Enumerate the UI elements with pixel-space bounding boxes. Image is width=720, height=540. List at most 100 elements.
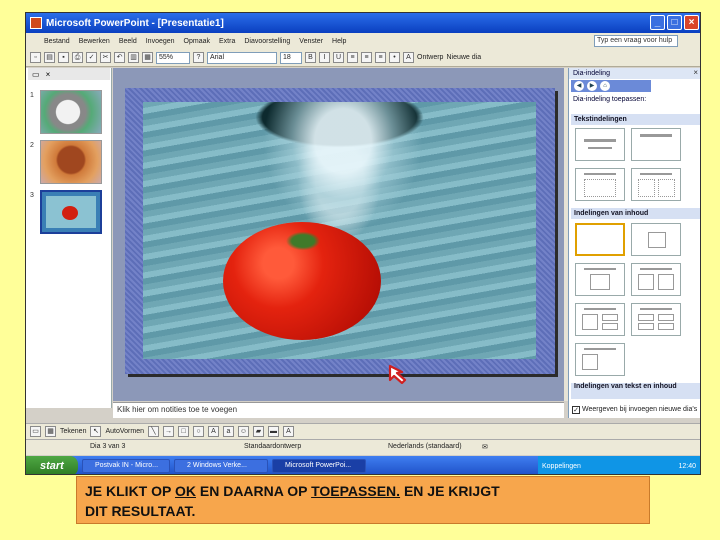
checkbox-checked-icon[interactable]: ✓ [572,406,580,414]
fill-color-icon[interactable]: ▰ [253,426,264,437]
menu-slideshow[interactable]: Diavoorstelling [244,38,290,45]
menu-insert[interactable]: Invoegen [146,38,175,45]
slide-thumbnail-1[interactable] [40,90,102,134]
caption-ok: OK [174,483,196,499]
pane-close-icon[interactable]: × [46,70,51,79]
minimize-button[interactable]: _ [650,15,665,30]
bold-icon[interactable]: B [305,52,316,63]
new-file-icon[interactable]: ▫ [30,52,41,63]
layout-title-content-2[interactable] [575,303,625,336]
menu-view[interactable]: Beeld [119,38,137,45]
tomato-splash-photo[interactable] [143,102,536,359]
status-bar: Dia 3 van 3 Standaardontwerp Nederlands … [26,439,700,455]
caption-text-4: DIT RESULTAAT. [85,503,196,519]
rectangle-icon[interactable]: □ [178,426,189,437]
taskpane-title[interactable]: Dia-indeling [569,68,700,79]
autoshapes-menu[interactable]: AutoVormen [105,428,144,435]
maximize-button[interactable]: □ [667,15,682,30]
open-folder-icon[interactable]: ▤ [44,52,55,63]
line-icon[interactable]: ╲ [148,426,159,437]
slide-number-1: 1 [30,92,34,99]
slide-thumbnail-2[interactable] [40,140,102,184]
slides-pane: ▭ × 1 2 3 [26,68,112,408]
font-select[interactable]: Arial [207,51,277,64]
forward-icon[interactable]: ▶ [587,81,597,91]
current-slide[interactable] [125,88,555,374]
back-icon[interactable]: ◀ [574,81,584,91]
show-on-insert-checkbox[interactable]: ✓ Weergeven bij invoegen nieuwe dia's [572,404,700,416]
italic-icon[interactable]: I [319,52,330,63]
undo-icon[interactable]: ↶ [114,52,125,63]
bullets-icon[interactable]: • [389,52,400,63]
menu-file[interactable]: Bestand [44,38,70,45]
section-content-layouts: Indelingen van inhoud [571,208,700,219]
start-button[interactable]: start [26,456,78,474]
menu-format[interactable]: Opmaak [184,38,210,45]
chart-icon[interactable]: ▥ [128,52,139,63]
status-language: Nederlands (standaard) [388,443,462,450]
table-icon[interactable]: ▦ [142,52,153,63]
align-center-icon[interactable]: ≡ [361,52,372,63]
sorter-view-icon[interactable]: ▦ [45,426,56,437]
clipart-icon[interactable]: ☺ [238,426,249,437]
textbox-icon[interactable]: A [208,426,219,437]
slide-layout-taskpane: Dia-indeling × ◀ ▶ ⌂ Dia-indeling toepas… [568,68,700,418]
align-left-icon[interactable]: ≡ [347,52,358,63]
arrow-icon[interactable]: → [163,426,174,437]
font-color-icon[interactable]: A [403,52,414,63]
standard-toolbar: ▫ ▤ ▪ ⎙ ✓ ✂ ↶ ▥ ▦ 55% ? Arial 18 B I U ≡… [26,49,700,67]
line-color-icon[interactable]: ▬ [268,426,279,437]
layout-content[interactable] [631,223,681,256]
section-text-layouts: Tekstindelingen [571,114,700,125]
notes-input[interactable]: Klik hier om notities toe te voegen [113,402,564,418]
layout-title-only[interactable] [631,128,681,161]
layout-two-columns[interactable] [631,168,681,201]
help-search-input[interactable]: Typ een vraag voor hulp [594,35,678,47]
window-title: Microsoft PowerPoint - [Presentatie1] [46,17,224,29]
menu-help[interactable]: Help [332,38,346,45]
cut-icon[interactable]: ✂ [100,52,111,63]
checkbox-label: Weergeven bij invoegen nieuwe dia's [582,406,698,413]
new-slide-button[interactable]: Nieuwe dia [446,54,481,61]
underline-icon[interactable]: U [333,52,344,63]
zoom-select[interactable]: 55% [156,51,190,64]
menu-window[interactable]: Venster [299,38,323,45]
layout-title-slide[interactable] [575,128,625,161]
oval-icon[interactable]: ○ [193,426,204,437]
layout-title-content[interactable] [575,263,625,296]
normal-view-icon[interactable]: ▭ [30,426,41,437]
taskpane-subtitle: Dia-indeling toepassen: [573,96,647,103]
font-size-select[interactable]: 18 [280,51,302,64]
wordart-icon[interactable]: a [223,426,234,437]
tab-slides[interactable]: ▭ [32,70,40,79]
slide-thumbnail-3[interactable] [40,190,102,234]
red-arrow-cursor-icon [388,364,407,384]
task-powerpoint[interactable]: Microsoft PowerPoi... [272,459,366,473]
help-icon[interactable]: ? [193,52,204,63]
task-outlook[interactable]: Postvak IN - Micro... [82,459,170,473]
layout-content-partial[interactable] [575,343,625,376]
links-toolbar[interactable]: Koppelingen [538,463,581,470]
task-explorer[interactable]: 2 Windows Verke... [174,459,268,473]
taskpane-close-icon[interactable]: × [693,68,698,77]
close-button[interactable]: × [684,15,699,30]
print-icon[interactable]: ⎙ [72,52,83,63]
windows-taskbar: start Postvak IN - Micro... 2 Windows Ve… [26,456,700,474]
water-splash [263,102,423,232]
home-icon[interactable]: ⌂ [600,81,610,91]
spellcheck-icon[interactable]: ✓ [86,52,97,63]
menu-edit[interactable]: Bewerken [79,38,110,45]
layout-title-two-content[interactable] [631,263,681,296]
design-button[interactable]: Ontwerp [417,54,443,61]
draw-menu[interactable]: Tekenen [60,428,86,435]
font-color-draw-icon[interactable]: A [283,426,294,437]
layout-title-four-content[interactable] [631,303,681,336]
align-right-icon[interactable]: ≡ [375,52,386,63]
select-arrow-icon[interactable]: ↖ [90,426,102,437]
menu-tools[interactable]: Extra [219,38,235,45]
caption-text-2: EN DAARNA OP [195,483,312,499]
powerpoint-screenshot: Microsoft PowerPoint - [Presentatie1] _ … [25,12,701,475]
layout-blank-selected[interactable] [575,223,625,256]
save-icon[interactable]: ▪ [58,52,69,63]
layout-title-text[interactable] [575,168,625,201]
